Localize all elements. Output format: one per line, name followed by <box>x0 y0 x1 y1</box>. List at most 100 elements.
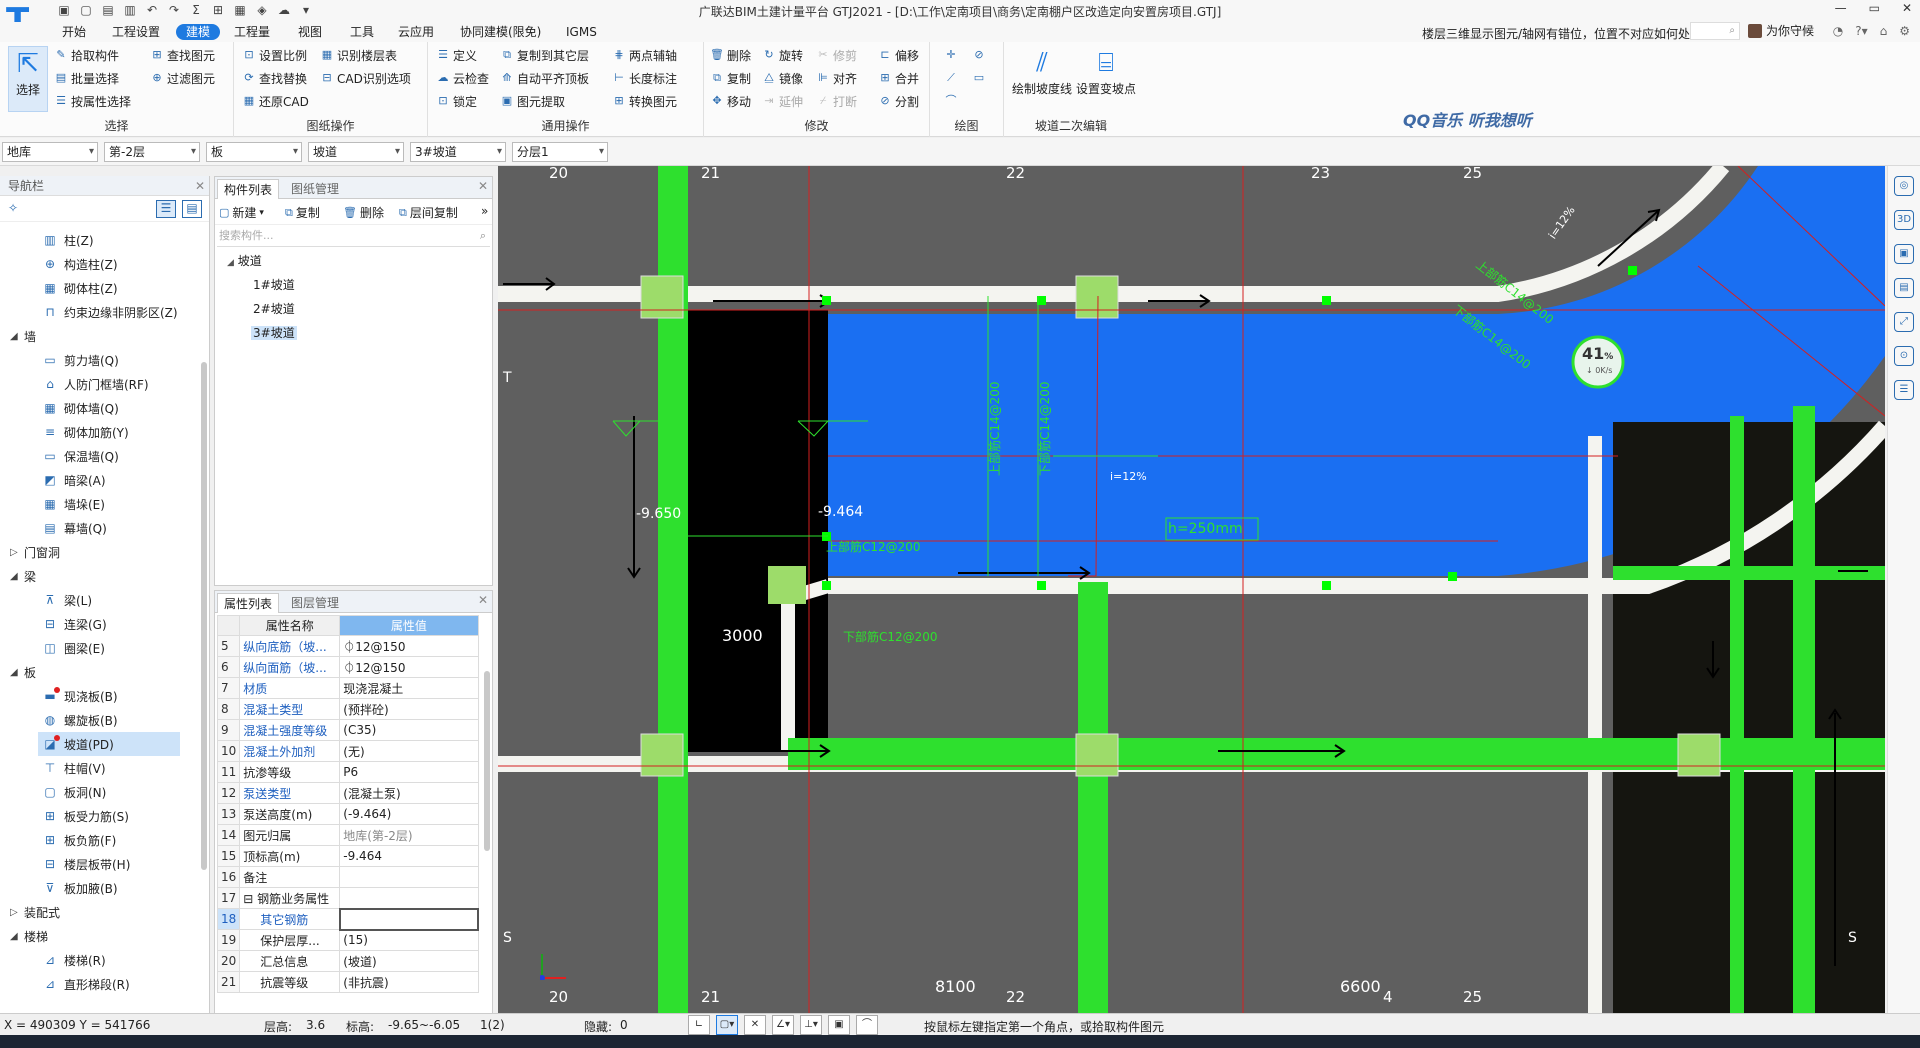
nav-item[interactable]: ⊞ 板受力筋(S) <box>0 804 195 828</box>
collapse-icon[interactable]: ◢ <box>10 571 24 582</box>
property-value[interactable]: (无) <box>339 740 479 762</box>
close-icon[interactable]: ✕ <box>478 179 488 193</box>
property-value[interactable]: ⏀12@150 <box>339 635 479 657</box>
rect-draw-button[interactable]: ▭ <box>972 69 986 87</box>
component-item-2[interactable]: 2#坡道 <box>227 297 492 321</box>
menu-igms[interactable]: IGMS <box>560 24 603 40</box>
nav-item[interactable]: ▭ 剪力墙(Q) <box>0 348 195 372</box>
column[interactable] <box>1075 275 1119 319</box>
property-row[interactable]: 7 材质 现浇混凝土 <box>216 677 479 699</box>
collapse-icon[interactable]: ◢ <box>10 931 24 942</box>
detail-view-icon[interactable]: ▤ <box>182 200 202 218</box>
select-by-property-button[interactable]: ☰ 按属性选择 <box>54 92 131 110</box>
property-value[interactable]: 地库(第-2层) <box>339 824 479 846</box>
nav-item[interactable]: ⊞ 板负筋(F) <box>0 828 195 852</box>
find-element-button[interactable]: ⊞ 查找图元 <box>150 46 215 64</box>
nav-item[interactable]: ▦ 砌体柱(Z) <box>0 276 195 300</box>
fullscreen-icon[interactable]: ⤢ <box>1894 312 1914 332</box>
property-row[interactable]: 10 混凝土外加剂 (无) <box>216 740 479 762</box>
break-button[interactable]: ⌿ 打断 <box>816 92 857 110</box>
curve-icon[interactable]: ⌒ <box>856 1015 878 1035</box>
nav-category[interactable]: ◢ 楼梯 <box>0 924 195 948</box>
nav-item[interactable]: ▢ 板洞(N) <box>0 780 195 804</box>
user-account[interactable]: 为你守候 <box>1748 22 1814 39</box>
building-select[interactable]: 地库 <box>2 142 98 162</box>
menu-start[interactable]: 开始 <box>56 24 92 40</box>
nav-item[interactable]: ⊓ 约束边缘非阴影区(Z) <box>0 300 195 324</box>
property-row[interactable]: 6 纵向面筋（坡... ⏀12@150 <box>216 656 479 678</box>
home-icon[interactable]: ⌂ <box>1880 24 1888 38</box>
list-view-icon[interactable]: ☰ <box>156 200 176 218</box>
tab-property-list[interactable]: 属性列表 <box>217 593 280 613</box>
nav-item[interactable]: ▬ 现浇板(B) <box>0 684 195 708</box>
nav-item[interactable]: ⊤ 柱帽(V) <box>0 756 195 780</box>
nav-category[interactable]: ◢ 梁 <box>0 564 195 588</box>
nav-category[interactable]: ▷ 装配式 <box>0 900 195 924</box>
component-select[interactable]: 3#坡道 <box>410 142 506 162</box>
pick-component-button[interactable]: ✎ 拾取构件 <box>54 46 119 64</box>
auto-align-slab-button[interactable]: ⟰ 自动平齐顶板 <box>500 69 589 87</box>
tab-layer-management[interactable]: 图层管理 <box>285 593 345 613</box>
property-row[interactable]: 11 抗渗等级 P6 <box>216 761 479 783</box>
column[interactable] <box>1075 733 1119 777</box>
cube-view-icon[interactable]: ▣ <box>1894 244 1914 264</box>
close-button[interactable]: ✕ <box>1902 1 1912 15</box>
nav-item[interactable]: ⌂ 人防门框墙(RF) <box>0 372 195 396</box>
property-value[interactable]: (预拌砼) <box>339 698 479 720</box>
more-icon[interactable]: » <box>481 204 488 218</box>
floor-select[interactable]: 第-2层 <box>104 142 200 162</box>
nav-item[interactable]: ◪ 坡道(PD) <box>38 732 180 756</box>
cad-options-button[interactable]: ⊟ CAD识别选项 <box>320 69 410 87</box>
pin-icon[interactable]: ✧ <box>8 201 18 215</box>
tab-component-list[interactable]: 构件列表 <box>217 179 280 199</box>
layer-select[interactable]: 分层1 <box>512 142 608 162</box>
nav-item[interactable]: ▦ 墙垛(E) <box>0 492 195 516</box>
display-icon[interactable]: ▣ <box>828 1015 850 1035</box>
property-value[interactable]: (-9.464) <box>339 803 479 825</box>
minimize-button[interactable]: — <box>1835 1 1847 15</box>
property-value[interactable] <box>339 887 479 909</box>
property-value[interactable] <box>339 866 479 888</box>
property-value[interactable]: (坡道) <box>339 950 479 972</box>
property-row[interactable]: 15 顶标高(m) -9.464 <box>216 845 479 867</box>
column[interactable] <box>768 566 806 604</box>
tree-root-ramp[interactable]: ◢ 坡道 <box>227 249 492 273</box>
trim-button[interactable]: ✂ 修剪 <box>816 46 857 64</box>
orbit-view-icon[interactable]: ◎ <box>1894 176 1914 196</box>
move-button[interactable]: ✥ 移动 <box>710 92 751 110</box>
nav-item[interactable]: ⊿ 楼梯(R) <box>0 948 195 972</box>
category-select[interactable]: 板 <box>206 142 302 162</box>
property-value[interactable]: (C35) <box>339 719 479 741</box>
column[interactable] <box>640 733 684 777</box>
convert-element-button[interactable]: ⊞ 转换图元 <box>612 92 677 110</box>
column[interactable] <box>640 275 684 319</box>
beam-right[interactable] <box>1730 416 1744 1013</box>
ortho-mode-icon[interactable]: ∟ <box>688 1015 710 1035</box>
nav-item[interactable]: ◩ 暗梁(A) <box>0 468 195 492</box>
component-item-1[interactable]: 1#坡道 <box>227 273 492 297</box>
maximize-button[interactable]: ▭ <box>1869 1 1880 15</box>
batch-select-button[interactable]: ▤ 批量选择 <box>54 69 119 87</box>
copy-to-other-floor-button[interactable]: ⧉ 复制到其它层 <box>500 46 589 64</box>
extract-element-button[interactable]: ▣ 图元提取 <box>500 92 565 110</box>
progress-percent[interactable]: 41% <box>1582 344 1613 363</box>
property-value[interactable]: (混凝土泵) <box>339 782 479 804</box>
help-notice-link[interactable]: 楼层三维显示图元/轴网有错位，位置不对应如何处理? <box>1422 25 1708 42</box>
help-icon[interactable]: ?▾ <box>1855 24 1867 38</box>
nav-category[interactable]: ▷ 门窗洞 <box>0 540 195 564</box>
menu-quantities[interactable]: 工程量 <box>228 24 276 40</box>
component-item-3[interactable]: 3#坡道 <box>227 321 492 345</box>
nav-item[interactable]: ⊟ 楼层板带(H) <box>0 852 195 876</box>
expand-icon[interactable]: ▷ <box>10 547 24 558</box>
merge-button[interactable]: ⊞ 合并 <box>878 69 919 87</box>
identify-floor-table-button[interactable]: ▦ 识别楼层表 <box>320 46 397 64</box>
point-draw-button[interactable]: ✛ <box>944 46 958 64</box>
restore-cad-button[interactable]: ▦ 还原CAD <box>242 92 309 110</box>
nav-item[interactable]: ▭ 保温墙(Q) <box>0 444 195 468</box>
delete-button[interactable]: 🗑 删除 <box>710 46 751 64</box>
property-row[interactable]: 8 混凝土类型 (预拌砼) <box>216 698 479 720</box>
filter-element-button[interactable]: ⊕ 过滤图元 <box>150 69 215 87</box>
mirror-button[interactable]: ⧋ 镜像 <box>762 69 803 87</box>
column[interactable] <box>1677 733 1721 777</box>
two-point-axis-button[interactable]: ⋕ 两点辅轴 <box>612 46 677 64</box>
